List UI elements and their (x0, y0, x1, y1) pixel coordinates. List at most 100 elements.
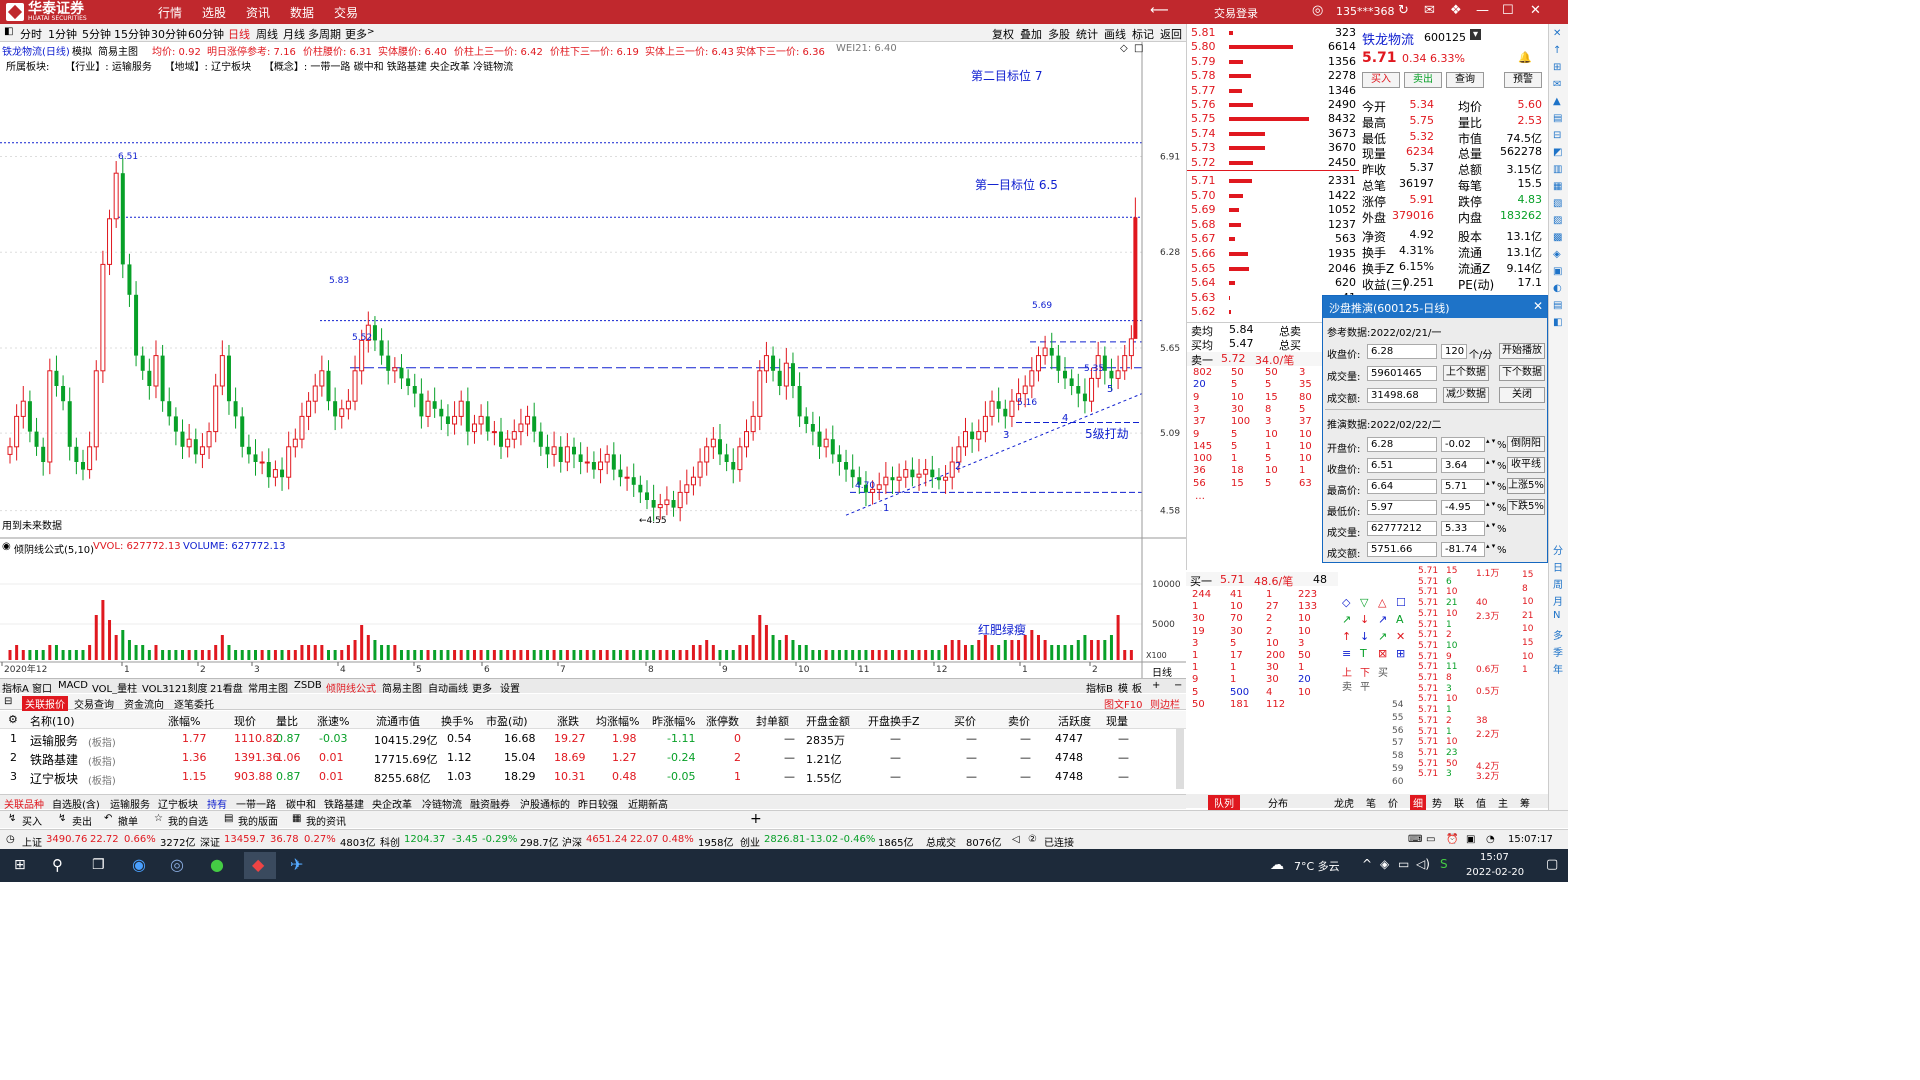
col-header-11[interactable]: 涨停数 (706, 713, 739, 729)
buy-icon[interactable]: ↯ (8, 813, 16, 824)
col-header-15[interactable]: 买价 (954, 713, 976, 729)
text-a-icon[interactable]: A (1396, 613, 1404, 626)
keyboard-icon[interactable]: ⌨ (1408, 834, 1422, 845)
arrow-down-icon-2[interactable]: ↓ (1360, 630, 1369, 643)
play-button[interactable]: 开始播放 (1499, 343, 1545, 359)
chevron-right-icon[interactable]: > (367, 27, 375, 37)
tick-view-tab-5[interactable]: 值 (1476, 795, 1486, 810)
diamond-icon[interactable]: ◇ (1342, 596, 1350, 609)
side-period-tab[interactable]: N (1553, 610, 1560, 621)
side-tool-icon[interactable]: ▨ (1553, 215, 1562, 226)
tray-up-icon[interactable]: ^ (1362, 857, 1372, 871)
col-header-7[interactable]: 市盈(动) (486, 713, 528, 729)
triangle-down-icon[interactable]: ▽ (1360, 596, 1368, 609)
tick-view-tab-4[interactable]: 联 (1454, 795, 1464, 810)
tick-bottom-tab-0[interactable]: 队列 (1208, 795, 1240, 810)
quote-sell-button[interactable]: 卖出 (1404, 72, 1442, 88)
cy-label[interactable]: 创业 (740, 834, 760, 849)
side-period-tab[interactable]: 分 (1553, 542, 1563, 557)
col-header-1[interactable]: 涨幅% (168, 713, 200, 729)
sz-label[interactable]: 深证 (200, 834, 220, 849)
table-scrollbar[interactable] (1176, 729, 1184, 789)
prev-data-button[interactable]: 上个数据 (1443, 365, 1489, 381)
dialog-close-button[interactable]: 关闭 (1499, 387, 1545, 403)
push-action-button[interactable]: 倒阴阳 (1507, 436, 1545, 452)
push-pct-input[interactable]: -81.74 (1441, 542, 1485, 557)
square-icon[interactable]: □ (1134, 43, 1143, 54)
user-icon[interactable]: ◎ (1312, 3, 1323, 18)
indicator-tab-11[interactable]: 更多 (472, 680, 492, 695)
dialog-titlebar[interactable]: 沙盘推演(600125-日线) ✕ (1323, 296, 1547, 318)
grid-icon[interactable]: ⊞ (1396, 647, 1405, 660)
ref-close-input[interactable]: 6.28 (1367, 344, 1437, 359)
indicator-tab-7[interactable]: ZSDB (294, 680, 322, 691)
indicator-tab-2[interactable]: MACD (58, 680, 88, 691)
row-name[interactable]: 运输服务 (30, 732, 78, 749)
watchlist-tab-10[interactable]: 融资融券 (470, 796, 510, 811)
tf-1min[interactable]: 1分钟 (48, 26, 77, 42)
stepper-icon[interactable]: ▴ ▾ (1486, 543, 1495, 550)
ask-level[interactable]: 5.74 3673 (1187, 127, 1359, 142)
tf-15min[interactable]: 15分钟 (114, 26, 150, 42)
indicator-tab-5[interactable]: 21看盘 (210, 680, 243, 695)
col-header-17[interactable]: 活跃度 (1058, 713, 1091, 729)
quote-alert-button[interactable]: 预警 (1504, 72, 1542, 88)
dialog-close-icon[interactable]: ✕ (1533, 299, 1543, 313)
cross-icon[interactable]: ✕ (1396, 630, 1405, 643)
tool-multi-stock[interactable]: 多股 (1046, 26, 1072, 42)
maximize-icon[interactable]: ☐ (1502, 3, 1514, 18)
action-my-watchlist[interactable]: 我的自选 (168, 813, 208, 828)
tick-view-tab-6[interactable]: 主 (1498, 795, 1508, 810)
tf-weekly[interactable]: 周线 (256, 26, 278, 42)
trade-mark-icon[interactable]: 买 (1378, 664, 1388, 679)
f10-tab[interactable]: 图文F10 (1104, 696, 1142, 711)
tool-stats[interactable]: 统计 (1074, 26, 1100, 42)
plate-concept[interactable]: 【概念】: 一带一路 碳中和 铁路基建 央企改革 冷链物流 (264, 62, 513, 73)
bid-level[interactable]: 5.68 1237 (1187, 218, 1359, 233)
tick-view-tab-7[interactable]: 筹 (1520, 795, 1530, 810)
tick-view-tab-3[interactable]: 势 (1432, 795, 1442, 810)
layout-icon[interactable]: ▤ (224, 813, 233, 824)
arrow-up-icon[interactable]: ↑ (1342, 630, 1351, 643)
kline-chart[interactable]: 6.91 6.28 5.65 5.09 4.58 10000 5000 X100 2020年12… (0, 42, 1186, 678)
sidebar-tab[interactable]: 则边栏 (1150, 696, 1180, 711)
side-tool-icon[interactable]: ▲ (1553, 96, 1561, 107)
sh-label[interactable]: 上证 (22, 834, 42, 849)
side-tool-icon[interactable]: ◩ (1553, 147, 1562, 158)
indicator-tab-12[interactable]: 设置 (500, 680, 520, 695)
bid-level[interactable]: 5.66 1935 (1187, 247, 1359, 262)
action-my-layout[interactable]: 我的版面 (238, 813, 278, 828)
bid-level[interactable]: 5.69 1052 (1187, 203, 1359, 218)
app-icon-3[interactable]: ● (210, 855, 224, 874)
ask-level[interactable]: 5.73 3670 (1187, 141, 1359, 156)
tf-intraday[interactable]: 分时 (20, 26, 42, 42)
col-header-12[interactable]: 封单额 (756, 713, 789, 729)
indicator-tab-6[interactable]: 常用主图 (248, 680, 288, 695)
ask-level[interactable]: 5.79 1356 (1187, 55, 1359, 70)
tool-mark[interactable]: 标记 (1130, 26, 1156, 42)
panel-tab-3[interactable]: 逐笔委托 (174, 696, 214, 711)
panel-tab-0[interactable]: 关联报价 (22, 696, 68, 711)
bid-level[interactable]: 5.65 2046 (1187, 262, 1359, 277)
bell-alert-icon[interactable]: 🔔 (1518, 51, 1532, 64)
quote-stock-name[interactable]: 铁龙物流 (1362, 29, 1414, 48)
col-header-18[interactable]: 现量 (1106, 713, 1128, 729)
ref-amt-input[interactable]: 31498.68 (1367, 388, 1437, 403)
watchlist-tab-0[interactable]: 关联品种 (4, 796, 44, 811)
watchlist-tab-13[interactable]: 近期新高 (628, 796, 668, 811)
bid-level[interactable]: 5.71 2331 (1187, 174, 1359, 189)
box-x-icon[interactable]: ⊠ (1378, 647, 1387, 660)
push-pct-input[interactable]: -0.02 (1441, 437, 1485, 452)
col-header-16[interactable]: 卖价 (1008, 713, 1030, 729)
network-icon[interactable]: ▭ (1398, 857, 1409, 871)
kc-label[interactable]: 科创 (380, 834, 400, 849)
indicator-tab-1[interactable]: 窗口 (32, 680, 52, 695)
side-tool-icon[interactable]: ◐ (1553, 283, 1562, 294)
indicator-tab-right-2[interactable]: 板 (1132, 680, 1142, 695)
side-tool-icon[interactable]: ▣ (1553, 266, 1562, 277)
watchlist-tab-7[interactable]: 铁路基建 (324, 796, 364, 811)
watchlist-tab-4[interactable]: 持有 (207, 796, 227, 811)
side-tool-icon[interactable]: ◧ (1553, 317, 1562, 328)
watchlist-tab-12[interactable]: 昨日较强 (578, 796, 618, 811)
side-tool-icon[interactable]: ⊞ (1553, 62, 1561, 73)
